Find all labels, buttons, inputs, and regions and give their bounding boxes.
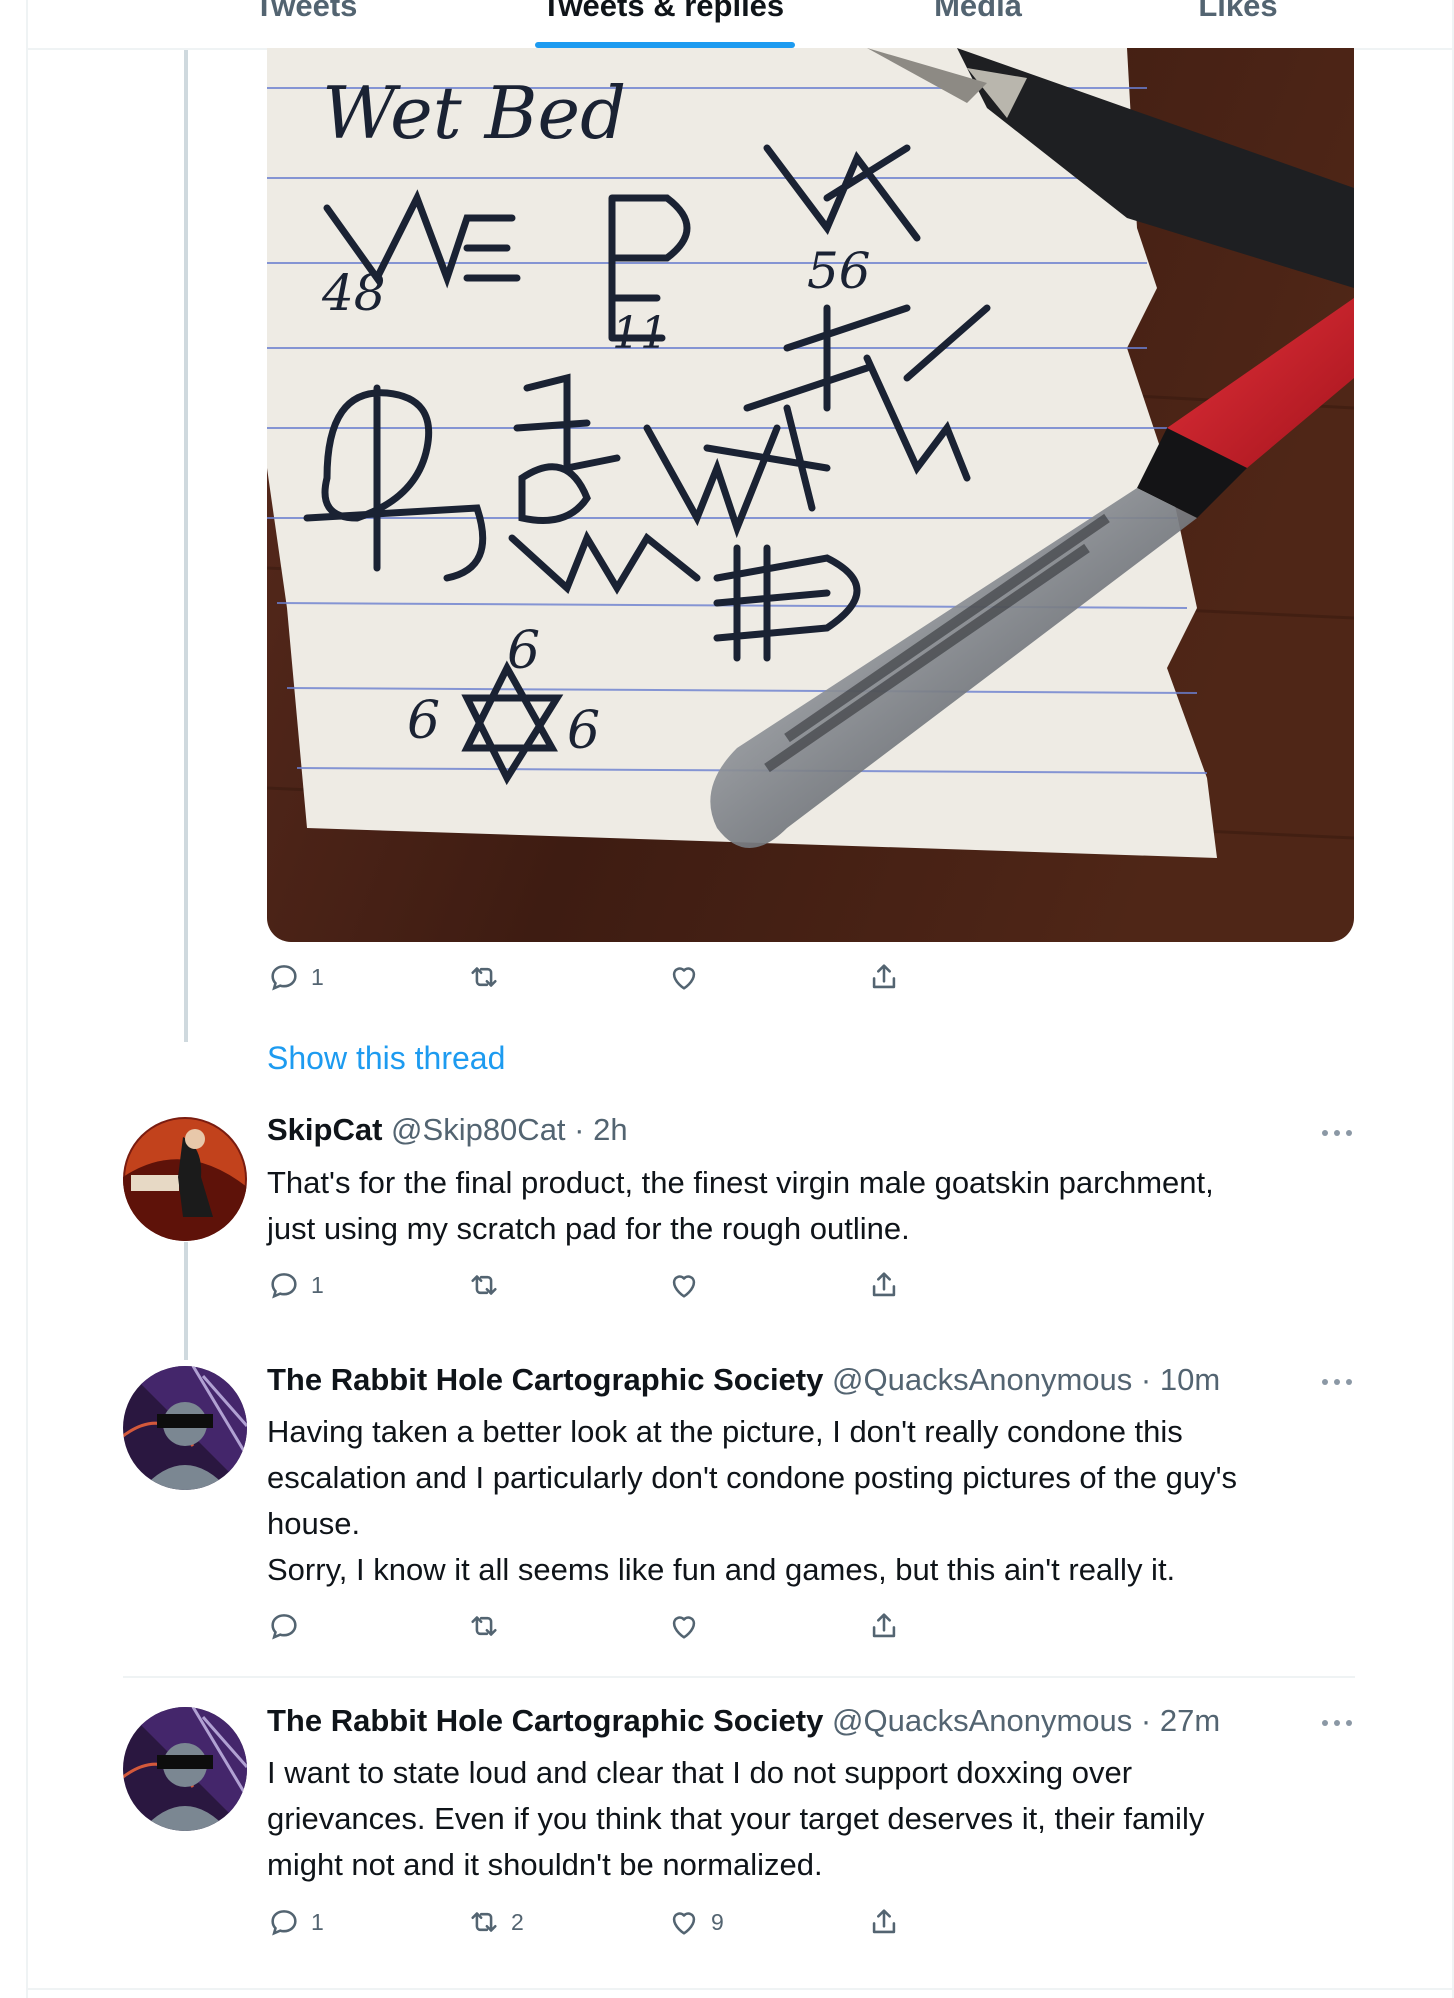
tab-tweets[interactable]: Tweets	[171, 0, 441, 28]
thread-connector-line	[184, 1242, 188, 1360]
tweet-text-line: I want to state loud and clear that I do…	[267, 1755, 1133, 1790]
reply-count: 1	[311, 1271, 324, 1298]
tweet-text-line: escalation and I particularly don't cond…	[267, 1460, 1237, 1495]
tab-tweets-and-replies[interactable]: Tweets & replies	[528, 0, 798, 28]
retweet-button[interactable]	[467, 1268, 501, 1302]
retweet-icon	[471, 1616, 497, 1636]
left-column-border	[26, 0, 28, 1998]
author-handle[interactable]: @QuacksAnonymous	[832, 1703, 1132, 1738]
retweet-icon	[471, 1275, 497, 1295]
tweet-time[interactable]: · 27m	[1141, 1703, 1220, 1738]
retweet-icon	[471, 967, 497, 987]
like-button[interactable]	[667, 1609, 701, 1643]
thread-connector-line	[184, 50, 188, 1042]
tweet-actions	[267, 1609, 907, 1649]
timeline-page: Tweets Tweets & replies Media Likes Wet …	[0, 0, 1454, 1998]
tweet-header: The Rabbit Hole Cartographic Society @Qu…	[267, 1362, 1220, 1406]
tweet-header: The Rabbit Hole Cartographic Society @Qu…	[267, 1703, 1220, 1747]
show-thread-link[interactable]: Show this thread	[267, 1040, 505, 1077]
tweet-text: That's for the final product, the finest…	[267, 1160, 1367, 1252]
reply-button[interactable]: 1	[267, 1268, 324, 1302]
like-button[interactable]	[667, 960, 701, 994]
skipcat-avatar-image	[123, 1117, 247, 1241]
reply-icon	[271, 1273, 297, 1299]
reply-button[interactable]: 1	[267, 1905, 324, 1939]
reply-count: 1	[311, 963, 324, 990]
sigil-photo-image: Wet Bed 48 11 56 6 6 6	[267, 48, 1354, 942]
reply-button[interactable]: 1	[267, 960, 324, 994]
photo-text-wet-bed: Wet Bed	[322, 71, 626, 155]
tweet-text-line: just using my scratch pad for the rough …	[267, 1211, 910, 1246]
rabbit-hole-avatar-image	[123, 1366, 247, 1490]
tab-media[interactable]: Media	[843, 0, 1113, 28]
reply-count: 1	[311, 1908, 324, 1935]
like-button[interactable]	[667, 1268, 701, 1302]
rabbit-hole-avatar-image	[123, 1707, 247, 1831]
author-name[interactable]: SkipCat	[267, 1112, 382, 1147]
photo-text-6-left: 6	[407, 691, 440, 751]
like-icon	[672, 1275, 696, 1298]
more-icon[interactable]	[1320, 1717, 1354, 1729]
share-icon	[872, 1613, 896, 1638]
profile-tabs: Tweets Tweets & replies Media Likes	[28, 0, 1452, 50]
retweet-button[interactable]	[467, 960, 501, 994]
tweet-divider	[123, 1676, 1355, 1678]
tweet-actions: 1	[267, 1268, 907, 1308]
tweet-header: SkipCat @Skip80Cat · 2h	[267, 1112, 628, 1156]
tweet-text-line: grievances. Even if you think that your …	[267, 1801, 1205, 1836]
tab-likes[interactable]: Likes	[1103, 0, 1373, 28]
tweet-text: I want to state loud and clear that I do…	[267, 1750, 1367, 1888]
retweet-button[interactable]	[467, 1609, 501, 1643]
tweet-actions: 1 2 9	[267, 1905, 907, 1945]
tweet-text-line: might not and it shouldn't be normalized…	[267, 1847, 823, 1882]
tweet-photo[interactable]: Wet Bed 48 11 56 6 6 6	[267, 48, 1354, 942]
share-button[interactable]	[867, 1905, 901, 1939]
tweet-text-line: house.	[267, 1506, 361, 1541]
like-icon	[672, 1912, 696, 1935]
more-icon[interactable]	[1320, 1127, 1354, 1139]
tweet-text-line: Having taken a better look at the pictur…	[267, 1414, 1183, 1449]
share-icon	[872, 1272, 896, 1297]
tweet-divider	[28, 1988, 1452, 1990]
share-button[interactable]	[867, 1609, 901, 1643]
reply-icon	[271, 1614, 297, 1640]
avatar[interactable]	[123, 1366, 247, 1490]
reply-icon	[271, 1910, 297, 1936]
avatar[interactable]	[123, 1117, 247, 1241]
tweet-text-line: That's for the final product, the finest…	[267, 1165, 1214, 1200]
like-count: 9	[711, 1908, 724, 1935]
like-icon	[672, 967, 696, 990]
photo-text-6-top: 6	[507, 621, 540, 681]
photo-tweet-actions: 1	[267, 960, 907, 1000]
author-handle[interactable]: @Skip80Cat	[391, 1112, 566, 1147]
photo-text-56: 56	[807, 242, 871, 300]
author-handle[interactable]: @QuacksAnonymous	[832, 1362, 1132, 1397]
retweet-icon	[471, 1912, 497, 1932]
share-button[interactable]	[867, 1268, 901, 1302]
photo-text-6-right: 6	[567, 701, 600, 761]
thread-gap-dots	[183, 1010, 189, 1070]
reply-icon	[271, 965, 297, 991]
photo-text-48: 48	[321, 264, 386, 322]
tweet-text: Having taken a better look at the pictur…	[267, 1409, 1367, 1593]
reply-button[interactable]	[267, 1609, 311, 1643]
author-name[interactable]: The Rabbit Hole Cartographic Society	[267, 1362, 823, 1397]
share-icon	[872, 1909, 896, 1934]
retweet-button[interactable]: 2	[467, 1905, 524, 1939]
more-icon[interactable]	[1320, 1376, 1354, 1388]
retweet-count: 2	[511, 1908, 524, 1935]
tweet-time[interactable]: · 2h	[574, 1112, 627, 1147]
share-icon	[872, 964, 896, 989]
avatar[interactable]	[123, 1707, 247, 1831]
photo-text-11: 11	[612, 308, 668, 359]
author-name[interactable]: The Rabbit Hole Cartographic Society	[267, 1703, 823, 1738]
like-button[interactable]: 9	[667, 1905, 724, 1939]
tweet-time[interactable]: · 10m	[1141, 1362, 1220, 1397]
tweet-text-line: Sorry, I know it all seems like fun and …	[267, 1552, 1176, 1587]
like-icon	[672, 1616, 696, 1639]
share-button[interactable]	[867, 960, 901, 994]
